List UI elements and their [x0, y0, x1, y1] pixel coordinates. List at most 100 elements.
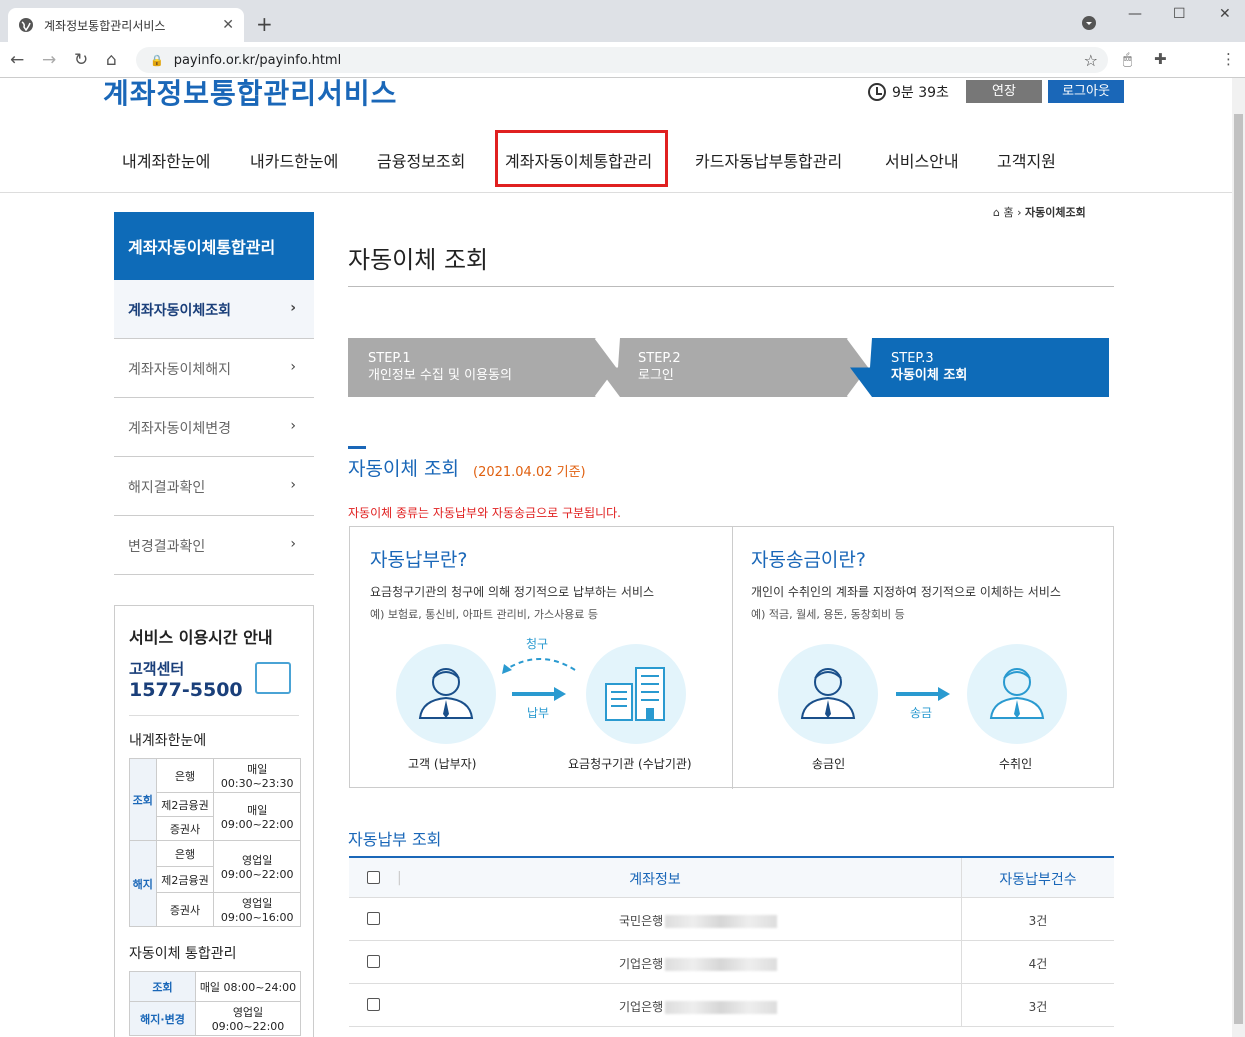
divider — [129, 715, 299, 716]
page-title: 자동이체 조회 — [348, 246, 489, 274]
chevron-right-icon: › — [290, 477, 296, 493]
step-3: STEP.3 자동이체 조회 — [891, 350, 967, 384]
count-cell: 3건 — [961, 984, 1114, 1027]
send-label: 송금 — [910, 706, 933, 720]
cell-hours: 영업일 09:00~22:00 — [195, 1001, 301, 1036]
cell-hours: 영업일 09:00~22:00 — [213, 840, 301, 893]
step-2-num: STEP.2 — [638, 351, 681, 366]
breadcrumb-home[interactable]: 홈 — [1003, 206, 1013, 219]
header-account: 계좌정보 — [629, 872, 681, 888]
table-header-row: | 계좌정보 자동납부건수 — [349, 858, 1114, 898]
bank-name: 국민은행 — [619, 914, 664, 928]
side-nav-label: 계좌자동이체해지 — [128, 362, 232, 378]
table-title: 자동납부 조회 — [348, 830, 442, 849]
side-nav-item-change[interactable]: 계좌자동이체변경 › — [114, 398, 314, 457]
new-tab-icon[interactable]: + — [256, 12, 273, 36]
step-1-label: 개인정보 수집 및 이용동의 — [368, 368, 512, 383]
step-1: STEP.1 개인정보 수집 및 이용동의 — [368, 350, 512, 384]
chevron-right-icon: › — [290, 536, 296, 552]
chevron-right-icon: › — [290, 300, 296, 316]
mouse-extension-icon[interactable]: 🖱 — [1123, 50, 1132, 68]
breadcrumb-current: 자동이체조회 — [1025, 206, 1086, 219]
send-arrow-icon — [896, 687, 950, 701]
nav-item-my-account[interactable]: 내계좌한눈에 — [122, 148, 210, 172]
person-icon — [418, 668, 474, 719]
agency-circle — [586, 644, 686, 744]
table-row[interactable]: 기업은행 3건 — [349, 984, 1114, 1027]
receiver-label: 수취인 — [999, 757, 1033, 771]
account-cell: 기업은행 — [349, 998, 961, 1015]
side-nav-item-cancel[interactable]: 계좌자동이체해지 › — [114, 339, 314, 398]
home-icon[interactable]: ⌂ — [993, 206, 1000, 219]
info-box: 자동납부란? 요금청구기관의 청구에 의해 정기적으로 납부하는 서비스 예) … — [349, 526, 1114, 789]
close-tab-icon[interactable]: ✕ — [222, 17, 234, 33]
bookmark-star-icon[interactable]: ☆ — [1084, 51, 1098, 70]
logout-button[interactable]: 로그아웃 — [1048, 80, 1124, 103]
person-icon — [989, 668, 1045, 719]
row-label-cancel: 해지 — [129, 840, 157, 927]
chevron-right-icon: › — [290, 359, 296, 375]
hours-table-autotransfer: 조회 매일 08:00~24:00 해지·변경 영업일 09:00~22:00 — [129, 971, 301, 1036]
nav-item-customer-support[interactable]: 고객지원 — [997, 148, 1056, 172]
section-title: 자동이체 조회 — [348, 458, 459, 480]
forward-icon[interactable]: → — [42, 50, 56, 70]
scrollbar-thumb[interactable] — [1234, 114, 1243, 1024]
masked-account-number — [665, 1001, 778, 1014]
reload-icon[interactable]: ↻ — [74, 50, 88, 70]
hours-table-my-account: 조회 은행 매일 00:30~23:30 제2금융권 매일 09:00~22:00 증… — [129, 758, 301, 927]
nav-item-my-card[interactable]: 내카드한눈에 — [250, 148, 338, 172]
masked-account-number — [665, 915, 778, 928]
divider — [348, 286, 1114, 287]
url-text: payinfo.or.kr/payinfo.html — [173, 52, 342, 68]
side-nav-label: 변경결과확인 — [128, 539, 206, 555]
step-3-num: STEP.3 — [891, 351, 934, 366]
cell-bank: 은행 — [155, 840, 215, 867]
minimize-icon[interactable]: — — [1128, 6, 1142, 22]
extensions-puzzle-icon[interactable]: ✚ — [1154, 50, 1167, 68]
back-icon[interactable]: ← — [10, 50, 24, 70]
side-nav-item-change-result[interactable]: 변경결과확인 › — [114, 516, 314, 575]
home-icon[interactable]: ⌂ — [106, 50, 117, 70]
page-scrollbar[interactable] — [1232, 78, 1245, 1037]
nav-item-finance-info[interactable]: 금융정보조회 — [377, 148, 465, 172]
auto-pay-title: 자동납부란? — [370, 549, 468, 571]
close-window-icon[interactable]: ✕ — [1219, 6, 1231, 22]
account-cell: 기업은행 — [349, 955, 961, 972]
header-count: 자동납부건수 — [961, 858, 1114, 898]
step-3-shape — [850, 338, 1109, 397]
section-date: (2021.04.02 기준) — [473, 465, 586, 480]
breadcrumb: ⌂ 홈 › 자동이체조회 — [993, 204, 1086, 220]
pay-label: 납부 — [527, 706, 550, 720]
menu-dots-icon[interactable]: ⋮ — [1221, 50, 1236, 68]
session-timer: 9분 39초 — [868, 82, 949, 102]
web-page: 계좌정보통합관리서비스 9분 39초 연장 로그아웃 내계좌한눈에 내카드한눈에… — [0, 78, 1232, 1037]
cell-hours: 매일 08:00~24:00 — [195, 971, 301, 1002]
profile-dropdown-icon[interactable] — [1082, 16, 1096, 34]
nav-item-service-guide[interactable]: 서비스안내 — [885, 148, 959, 172]
table-row[interactable]: 기업은행 4건 — [349, 941, 1114, 984]
browser-tab[interactable]: 계좌정보통합관리서비스 ✕ — [8, 8, 244, 42]
maximize-icon[interactable]: ☐ — [1173, 6, 1186, 22]
count-cell: 4건 — [961, 941, 1114, 984]
nav-item-card-autopay[interactable]: 카드자동납부통합관리 — [695, 148, 842, 172]
address-bar[interactable]: 🔒 payinfo.or.kr/payinfo.html ☆ — [136, 47, 1108, 73]
side-nav-label: 계좌자동이체변경 — [128, 421, 232, 437]
building-icon — [605, 667, 665, 721]
side-nav-item-cancel-result[interactable]: 해지결과확인 › — [114, 457, 314, 516]
site-logo[interactable]: 계좌정보통합관리서비스 — [103, 78, 397, 112]
extend-button[interactable]: 연장 — [966, 80, 1042, 103]
side-nav-item-query[interactable]: 계좌자동이체조회 › — [114, 280, 314, 339]
claim-arrow-icon — [502, 658, 576, 674]
row-label-cancel-change: 해지·변경 — [129, 1001, 196, 1036]
lock-icon: 🔒 — [150, 53, 164, 67]
step-2-label: 로그인 — [638, 368, 674, 383]
main-nav: 내계좌한눈에 내카드한눈에 금융정보조회 계좌자동이체통합관리 카드자동납부통합… — [0, 130, 1232, 193]
receiver-circle — [967, 644, 1067, 744]
account-cell: 국민은행 — [349, 912, 961, 929]
sender-label: 송금인 — [812, 757, 846, 771]
chevron-right-icon: › — [1017, 206, 1026, 219]
auto-send-example: 예) 적금, 월세, 용돈, 동창회비 등 — [751, 608, 905, 621]
table-row[interactable]: 국민은행 3건 — [349, 898, 1114, 941]
customer-label: 고객 (납부자) — [408, 757, 477, 771]
highlight-box — [495, 130, 668, 187]
